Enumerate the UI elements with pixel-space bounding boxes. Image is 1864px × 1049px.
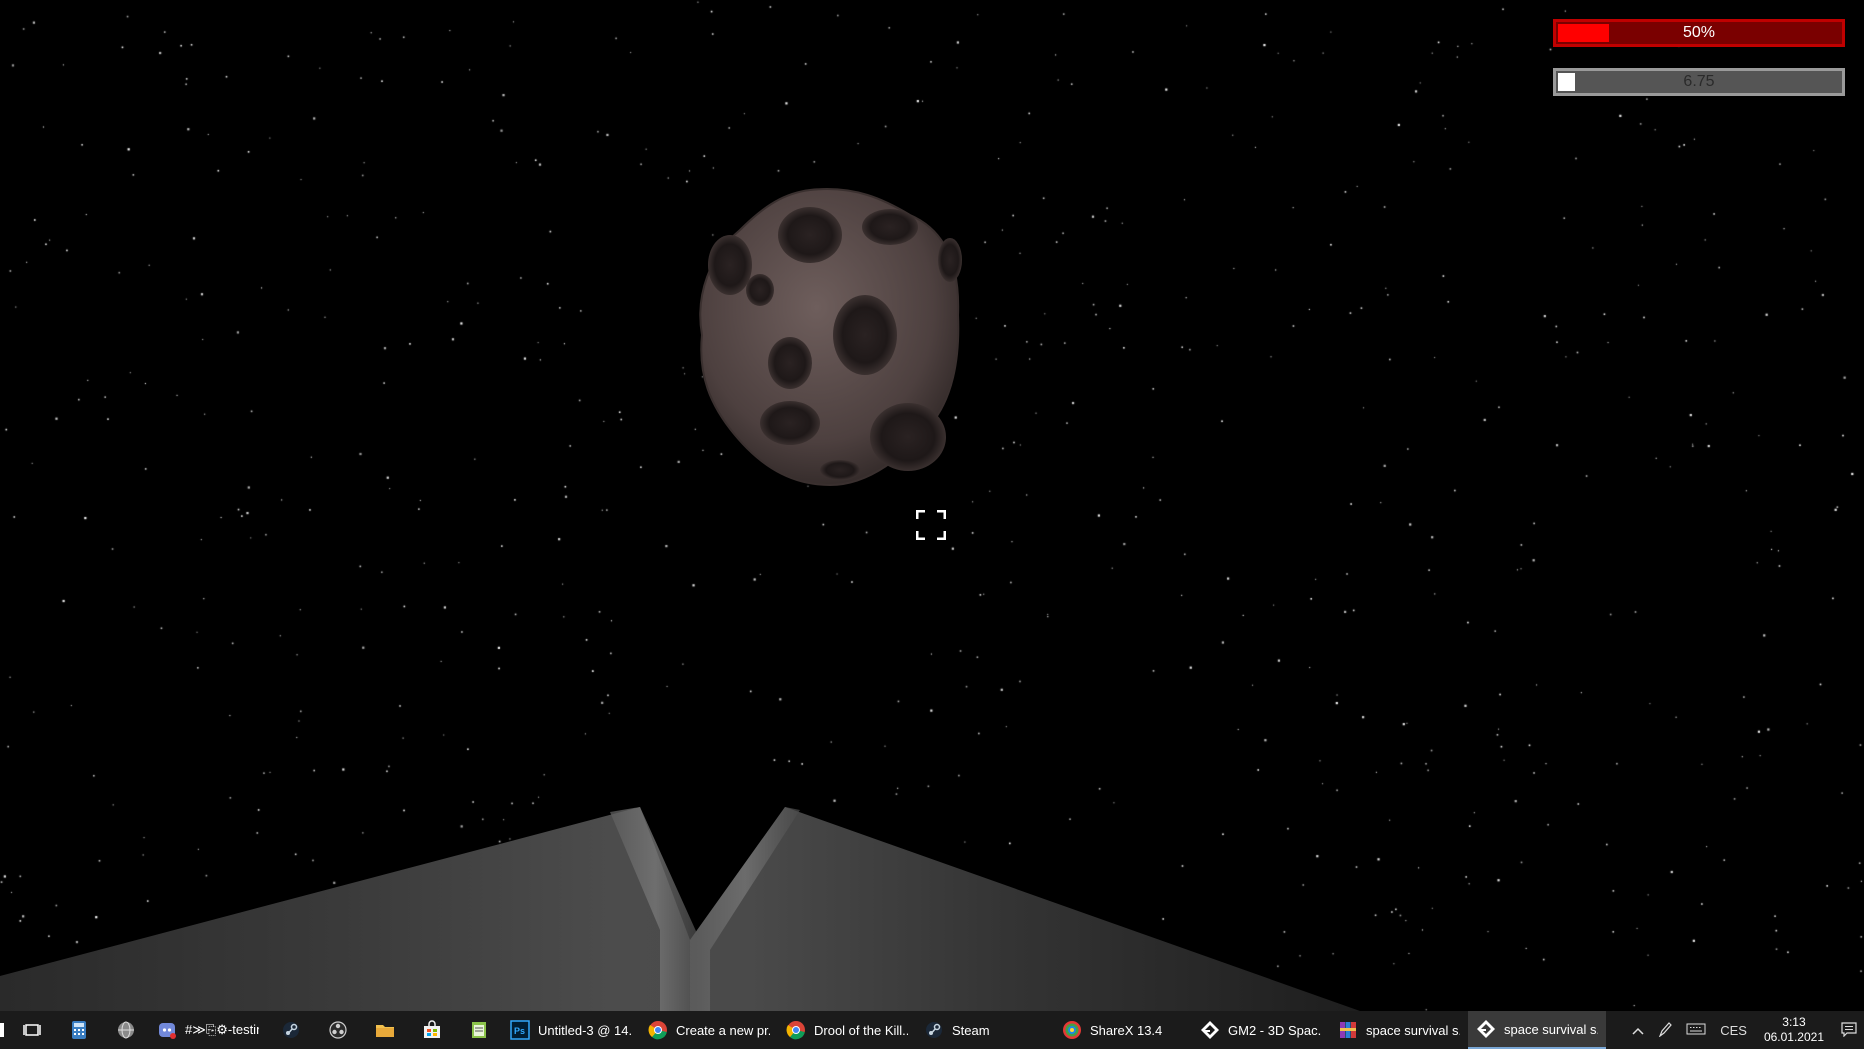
taskbar-window-label: GM2 - 3D Spac... (1228, 1022, 1322, 1038)
taskbar-app-steam[interactable] (267, 1011, 314, 1049)
game-viewport[interactable]: 50% 6.75 (0, 0, 1864, 1011)
taskbar-window-label: Steam (952, 1022, 990, 1038)
photoshop-icon: Ps (510, 1020, 530, 1040)
asteroid[interactable] (690, 185, 1010, 495)
steam-icon (926, 1022, 942, 1038)
taskbar-window-label: ShareX 13.4 (1090, 1022, 1163, 1038)
taskbar-window-steam[interactable]: Steam (916, 1011, 1054, 1049)
chrome-icon (786, 1021, 805, 1040)
pen-icon (1658, 1021, 1673, 1038)
taskbar-calculator[interactable] (55, 1011, 102, 1049)
store-icon (423, 1020, 440, 1038)
steam-icon (282, 1022, 299, 1038)
keyboard-icon (1686, 1023, 1706, 1034)
crosshair-icon (916, 510, 946, 540)
discord-icon (159, 1023, 176, 1039)
chrome-icon (648, 1021, 667, 1040)
taskbar-window-chrome-1[interactable]: Create a new pr... (640, 1011, 778, 1049)
sharex-icon (1063, 1021, 1081, 1039)
globe-icon (117, 1021, 134, 1039)
calculator-icon (71, 1021, 86, 1039)
touch-keyboard-button[interactable] (1679, 1023, 1713, 1038)
obs-icon (328, 1021, 347, 1039)
folder-icon (375, 1025, 394, 1037)
taskbar-window-chrome-2[interactable]: Drool of the Kill... (778, 1011, 916, 1049)
clock-time: 3:13 (1782, 1015, 1806, 1029)
taskbar-app-discord[interactable]: #≫⎘⚙-testing... (149, 1011, 267, 1049)
start-button[interactable] (0, 1011, 8, 1049)
taskbar-window-photoshop[interactable]: Ps Untitled-3 @ 14... (502, 1011, 640, 1049)
taskbar-app-notepad[interactable] (455, 1011, 502, 1049)
pen-workspace-button[interactable] (1651, 1021, 1679, 1040)
taskbar-globe[interactable] (102, 1011, 149, 1049)
task-view-icon (22, 1024, 41, 1036)
taskbar-app-explorer[interactable] (361, 1011, 408, 1049)
taskbar-window-label: space survival s... (1504, 1021, 1598, 1037)
chevron-up-icon (1632, 1027, 1644, 1035)
svg-text:Ps: Ps (514, 1026, 525, 1036)
taskbar-window-game-active[interactable]: space survival s... (1468, 1011, 1606, 1049)
taskbar-window-label: Drool of the Kill... (814, 1022, 908, 1038)
energy-bar: 6.75 (1553, 68, 1845, 96)
task-view-button[interactable] (8, 1011, 55, 1049)
taskbar-app-label: #≫⎘⚙-testing... (185, 1022, 259, 1037)
input-language[interactable]: CES (1713, 1023, 1754, 1038)
taskbar-window-label: Untitled-3 @ 14... (538, 1022, 632, 1038)
taskbar-app-store[interactable] (408, 1011, 455, 1049)
gamemaker-icon (1477, 1020, 1495, 1038)
show-hidden-icons-button[interactable] (1625, 1023, 1651, 1038)
system-tray: CES 3:13 06.01.2021 (1625, 1011, 1864, 1049)
taskbar-app-obs[interactable] (314, 1011, 361, 1049)
notification-icon (1841, 1021, 1857, 1037)
action-center-button[interactable] (1834, 1021, 1864, 1040)
ship-nose (0, 807, 1360, 1011)
energy-value: 6.75 (1683, 73, 1715, 90)
notepad-icon (471, 1022, 486, 1038)
clock[interactable]: 3:13 06.01.2021 (1754, 1015, 1834, 1045)
taskbar-window-label: space survival s... (1366, 1022, 1460, 1038)
gamemaker-icon (1201, 1021, 1219, 1039)
health-value: 50% (1682, 24, 1716, 41)
health-bar: 50% (1553, 19, 1845, 47)
taskbar-window-label: Create a new pr... (676, 1022, 770, 1038)
taskbar-window-gamemaker[interactable]: GM2 - 3D Spac... (1192, 1011, 1330, 1049)
winrar-icon (1340, 1022, 1356, 1038)
taskbar: #≫⎘⚙-testing... (0, 1011, 1864, 1049)
taskbar-window-sharex[interactable]: ShareX 13.4 (1054, 1011, 1192, 1049)
taskbar-window-winrar[interactable]: space survival s... (1330, 1011, 1468, 1049)
clock-date: 06.01.2021 (1763, 1030, 1824, 1044)
